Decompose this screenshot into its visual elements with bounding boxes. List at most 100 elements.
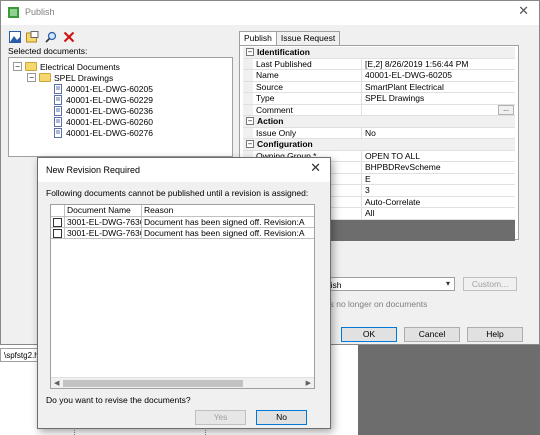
tab-publish[interactable]: Publish [239, 31, 277, 46]
find-icon[interactable] [44, 30, 57, 43]
chevron-down-icon: ▾ [445, 279, 450, 288]
table-row[interactable]: 3001-EL-DWG-76363 Document has been sign… [51, 217, 314, 228]
collapse-icon[interactable]: − [246, 117, 254, 126]
dialog-message: Following documents cannot be published … [46, 188, 309, 198]
prop-name: Last Published [253, 58, 362, 69]
prop-value: All [365, 208, 375, 218]
tree-document[interactable]: 40001-EL-DWG-60205 [53, 83, 153, 94]
prop-name: Name [253, 70, 362, 81]
prop-name: Comment [253, 104, 362, 115]
prop-row[interactable]: Issue Only No [243, 127, 515, 139]
close-icon[interactable]: ✕ [310, 161, 321, 176]
tree-document[interactable]: 40001-EL-DWG-60276 [53, 127, 153, 138]
delete-icon[interactable] [62, 30, 75, 43]
section-label: Configuration [257, 139, 313, 150]
documents-grid: Document Name Reason 3001-EL-DWG-76363 D… [50, 204, 315, 389]
section-identification[interactable]: − Identification [243, 47, 515, 59]
grid-header: Document Name Reason [51, 205, 314, 217]
tree-document[interactable]: 40001-EL-DWG-60229 [53, 94, 153, 105]
tree-document-label: 40001-EL-DWG-60260 [66, 116, 153, 127]
prop-value: 3 [365, 185, 370, 195]
publish-app-icon [8, 7, 19, 18]
scrollbar-thumb[interactable] [63, 380, 243, 387]
prop-value: E [365, 173, 371, 184]
publish-mode-select[interactable]: blish ▾ [319, 277, 455, 291]
documents-tree[interactable]: − Electrical Documents − SPEL Drawings 4… [8, 57, 233, 157]
no-button[interactable]: No [256, 410, 307, 425]
folder-icon [25, 62, 37, 71]
tree-folder[interactable]: − SPEL Drawings [27, 72, 113, 83]
prop-row[interactable]: Source SmartPlant Electrical [243, 81, 515, 93]
tree-document[interactable]: 40001-EL-DWG-60236 [53, 105, 153, 116]
publish-title: Publish [25, 7, 55, 17]
close-icon[interactable]: ✕ [518, 4, 529, 19]
scroll-left-icon[interactable]: ◀ [54, 379, 59, 387]
new-revision-dialog: New Revision Required ✕ Following docume… [37, 157, 331, 429]
tab-issue-request[interactable]: Issue Request [275, 31, 341, 45]
section-label: Action [257, 116, 284, 127]
yes-button[interactable]: Yes [195, 410, 246, 425]
dialog-titlebar: New Revision Required ✕ [38, 158, 330, 182]
row-checkbox[interactable] [53, 229, 62, 238]
prop-row[interactable]: Last Published [E,2] 8/26/2019 1:56:44 PM [243, 58, 515, 70]
column-header[interactable]: Reason [142, 205, 314, 216]
tree-folder-label: SPEL Drawings [54, 72, 114, 83]
dialog-question: Do you want to revise the documents? [46, 395, 191, 405]
dotted-divider [205, 428, 211, 435]
prop-value: 40001-EL-DWG-60205 [365, 70, 452, 80]
prop-row[interactable]: Type SPEL Drawings [243, 93, 515, 105]
document-name-cell: 3001-EL-DWG-76362 [67, 228, 142, 238]
document-icon [54, 105, 62, 116]
section-action[interactable]: − Action [243, 116, 515, 128]
tab-strip: Publish Issue Request [239, 31, 341, 46]
cancel-button[interactable]: Cancel [404, 327, 460, 342]
publish-note: cts no longer on documents [323, 299, 428, 309]
toolbar [8, 30, 75, 44]
tree-document-label: 40001-EL-DWG-60205 [66, 83, 153, 94]
prop-row[interactable]: Comment... [243, 104, 515, 116]
prop-name: Type [253, 93, 362, 104]
prop-value: BHPBDRevScheme [365, 162, 441, 172]
image-icon[interactable] [8, 30, 21, 43]
collapse-icon[interactable]: − [246, 140, 254, 149]
select-all-header[interactable] [51, 205, 65, 216]
prop-value: SmartPlant Electrical [365, 81, 444, 92]
tree-root-label: Electrical Documents [40, 61, 120, 72]
help-button[interactable]: Help [467, 327, 523, 342]
publish-titlebar: Publish ✕ [1, 1, 539, 25]
selected-documents-label: Selected documents: [8, 46, 88, 56]
collapse-icon[interactable]: − [27, 73, 36, 82]
document-icon [54, 116, 62, 127]
section-label: Identification [257, 47, 310, 58]
prop-name: Issue Only [253, 127, 362, 138]
section-configuration[interactable]: − Configuration [243, 139, 515, 151]
prop-value: Auto-Correlate [365, 196, 421, 207]
scroll-right-icon[interactable]: ▶ [306, 379, 311, 387]
ok-button[interactable]: OK [341, 327, 397, 342]
tree-document-label: 40001-EL-DWG-60229 [66, 94, 153, 105]
prop-value: No [365, 127, 376, 138]
dialog-title: New Revision Required [46, 165, 141, 175]
tree-root[interactable]: − Electrical Documents [13, 61, 120, 72]
table-row[interactable]: 3001-EL-DWG-76362 Document has been sign… [51, 228, 314, 239]
tree-document[interactable]: 40001-EL-DWG-60260 [53, 116, 153, 127]
prop-value: [E,2] 8/26/2019 1:56:44 PM [365, 58, 469, 69]
comment-field[interactable]: ... [362, 104, 515, 116]
open-folder-icon[interactable] [26, 30, 39, 43]
tree-document-label: 40001-EL-DWG-60276 [66, 127, 153, 138]
folder-icon [39, 73, 51, 82]
prop-row[interactable]: Name 40001-EL-DWG-60205 [243, 70, 515, 82]
custom-button[interactable]: Custom... [463, 277, 517, 291]
tree-document-label: 40001-EL-DWG-60236 [66, 105, 153, 116]
comment-ellipsis-button[interactable]: ... [498, 104, 514, 115]
prop-value: OPEN TO ALL [365, 150, 420, 161]
dotted-divider [74, 428, 80, 435]
document-icon [54, 83, 62, 94]
horizontal-scrollbar[interactable]: ◀ ▶ [51, 377, 314, 388]
row-checkbox[interactable] [53, 218, 62, 227]
column-header[interactable]: Document Name [65, 205, 142, 216]
collapse-icon[interactable]: − [13, 62, 22, 71]
prop-name: Source [253, 81, 362, 92]
document-icon [54, 94, 62, 105]
collapse-icon[interactable]: − [246, 48, 254, 57]
